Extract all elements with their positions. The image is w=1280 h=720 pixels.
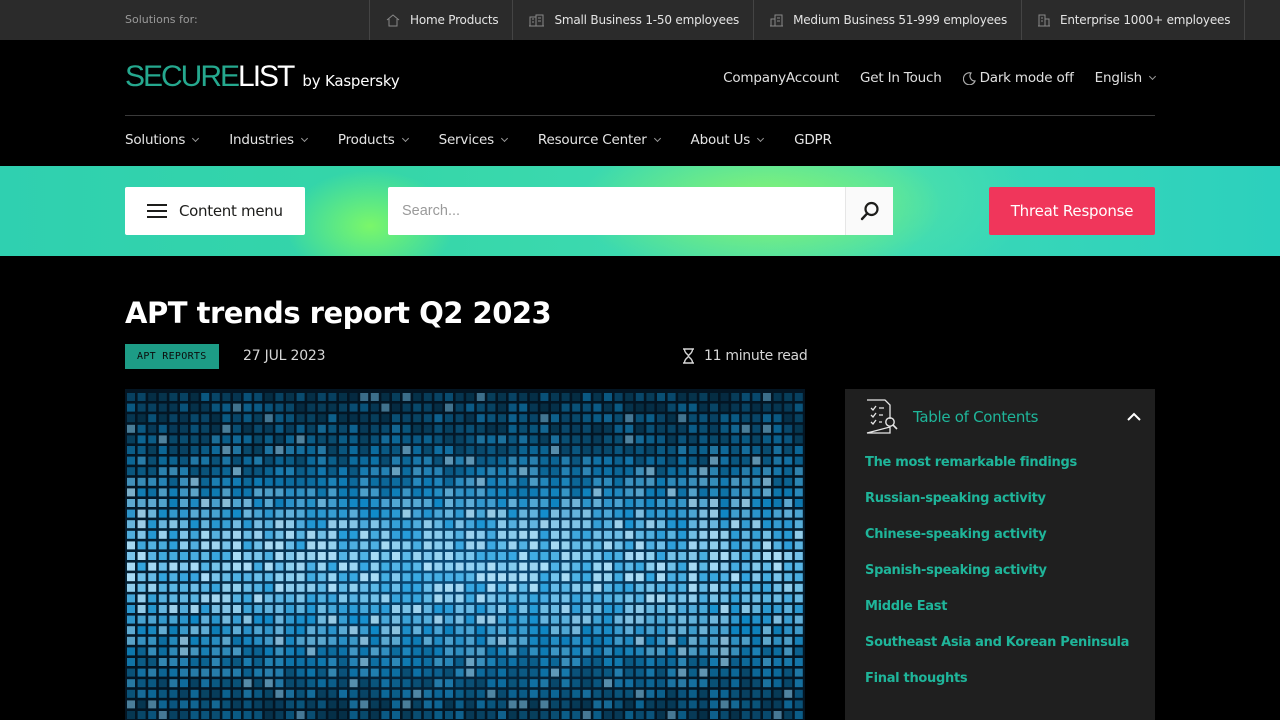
chevron-down-icon xyxy=(1148,72,1157,80)
toc-item[interactable]: Final thoughts xyxy=(865,671,1129,707)
toc-title: Table of Contents xyxy=(913,408,1039,426)
chevron-down-icon xyxy=(401,134,409,142)
moon-icon xyxy=(962,71,976,85)
table-of-contents: Table of Contents The most remarkable fi… xyxy=(845,389,1155,720)
toc-item[interactable]: The most remarkable findings xyxy=(865,455,1129,491)
house-icon xyxy=(386,13,400,26)
chevron-down-icon xyxy=(653,134,661,142)
digital-grid-image xyxy=(127,393,803,719)
enterprise-building-icon xyxy=(1038,14,1051,26)
read-time-label: 11 minute read xyxy=(704,348,808,364)
read-time: 11 minute read xyxy=(682,348,808,364)
toc-item[interactable]: Russian-speaking activity xyxy=(865,491,1129,527)
toc-item[interactable]: Spanish-speaking activity xyxy=(865,563,1129,599)
dark-mode-toggle[interactable]: Dark mode off xyxy=(962,70,1074,86)
nav-label: Services xyxy=(438,132,495,148)
nav-item-solutions[interactable]: Solutions xyxy=(125,132,200,148)
securelist-logo[interactable]: SECURE LIST by Kaspersky xyxy=(125,62,400,92)
toc-item[interactable]: Chinese-speaking activity xyxy=(865,527,1129,563)
solution-label: Home Products xyxy=(410,13,499,27)
header-divider xyxy=(125,115,1155,116)
solution-label: Medium Business 51-999 employees xyxy=(793,13,1008,27)
nav-label: Resource Center xyxy=(537,132,647,148)
search-box xyxy=(388,187,893,235)
main-nav: Solutions Industries Products Services R… xyxy=(125,132,832,148)
solutions-bar: Solutions for: Home Products Small Busin… xyxy=(0,0,1280,40)
hourglass-icon xyxy=(683,348,694,364)
nav-label: Industries xyxy=(229,132,294,148)
solution-home-products-link[interactable]: Home Products xyxy=(370,0,514,40)
article-title: APT trends report Q2 2023 xyxy=(125,296,552,330)
search-button[interactable] xyxy=(845,187,893,235)
content-menu-label: Content menu xyxy=(179,202,283,220)
nav-item-about-us[interactable]: About Us xyxy=(690,132,765,148)
solutions-label: Solutions for: xyxy=(125,13,198,26)
document-search-icon xyxy=(866,399,898,434)
header-links: CompanyAccount Get In Touch Dark mode of… xyxy=(723,70,1157,86)
dark-mode-label: Dark mode off xyxy=(979,70,1074,86)
chevron-up-icon[interactable] xyxy=(1127,410,1141,424)
chevron-down-icon xyxy=(300,134,308,142)
nav-label: GDPR xyxy=(794,132,832,148)
search-input[interactable] xyxy=(388,187,845,235)
search-icon xyxy=(860,201,879,221)
medium-building-icon xyxy=(770,14,784,26)
nav-item-gdpr[interactable]: GDPR xyxy=(794,132,832,148)
chevron-down-icon xyxy=(757,134,765,142)
nav-item-services[interactable]: Services xyxy=(438,132,508,148)
small-building-icon xyxy=(529,14,545,26)
nav-label: About Us xyxy=(690,132,751,148)
solution-enterprise-link[interactable]: Enterprise 1000+ employees xyxy=(1022,0,1246,40)
chevron-down-icon xyxy=(500,134,508,142)
category-tag[interactable]: APT REPORTS xyxy=(125,344,219,369)
article-date: 27 JUL 2023 xyxy=(243,348,326,364)
logo-list: LIST xyxy=(238,60,295,93)
solution-label: Small Business 1-50 employees xyxy=(554,13,740,27)
nav-item-products[interactable]: Products xyxy=(337,132,409,148)
logo-secure: SECURE xyxy=(125,60,240,93)
solutions-links: Home Products Small Business 1-50 employ… xyxy=(369,0,1246,40)
toc-item[interactable]: Southeast Asia and Korean Peninsula xyxy=(865,635,1129,671)
nav-label: Solutions xyxy=(125,132,186,148)
get-in-touch-link[interactable]: Get In Touch xyxy=(860,70,942,86)
language-select[interactable]: English xyxy=(1094,70,1157,86)
nav-label: Products xyxy=(337,132,395,148)
toc-list: The most remarkable findings Russian-spe… xyxy=(865,455,1129,707)
article-hero-image xyxy=(125,389,805,720)
company-account-link[interactable]: CompanyAccount xyxy=(723,70,839,86)
nav-item-industries[interactable]: Industries xyxy=(229,132,308,148)
logo-byline: by Kaspersky xyxy=(302,72,400,90)
toc-item[interactable]: Middle East xyxy=(865,599,1129,635)
solution-small-business-link[interactable]: Small Business 1-50 employees xyxy=(513,0,755,40)
hamburger-icon xyxy=(147,204,167,218)
threat-response-button[interactable]: Threat Response xyxy=(989,187,1155,235)
language-label: English xyxy=(1094,70,1143,86)
toc-header[interactable]: Table of Contents xyxy=(865,399,1141,435)
chevron-down-icon xyxy=(192,134,200,142)
solution-medium-business-link[interactable]: Medium Business 51-999 employees xyxy=(754,0,1023,40)
content-menu-button[interactable]: Content menu xyxy=(125,187,305,235)
solution-label: Enterprise 1000+ employees xyxy=(1060,13,1231,27)
toolbar-band: Content menu Threat Response xyxy=(0,166,1280,256)
nav-item-resource-center[interactable]: Resource Center xyxy=(537,132,661,148)
